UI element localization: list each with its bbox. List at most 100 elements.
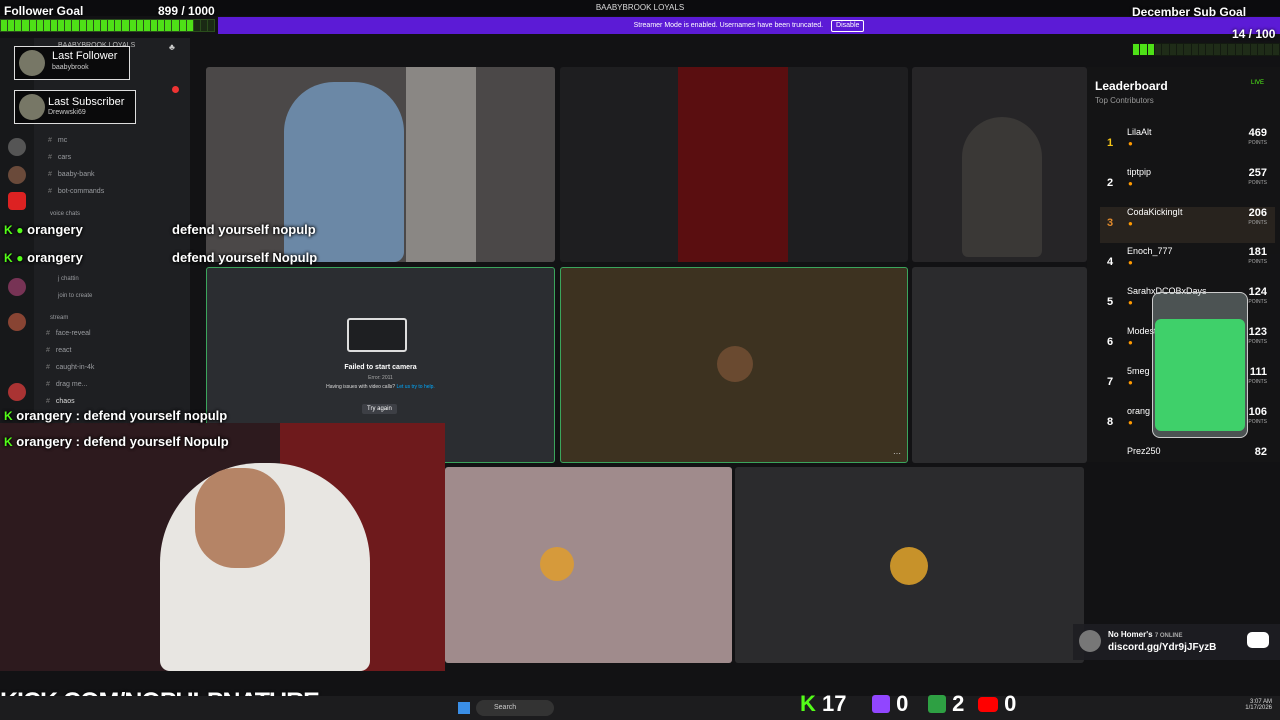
goal-segment <box>179 20 186 31</box>
leaderboard-rank: 2 <box>1106 177 1114 189</box>
goal-segment <box>36 20 43 31</box>
goal-segment <box>108 20 115 31</box>
video-tile-3[interactable] <box>912 67 1087 262</box>
banner-text: Streamer Mode is enabled. Usernames have… <box>633 22 824 29</box>
channel-baaby-bank[interactable]: baaby-bank <box>48 171 95 178</box>
goal-segment <box>1162 44 1169 55</box>
goal-segment <box>1257 44 1265 55</box>
points-label: POINTS <box>1248 419 1267 425</box>
green-count: 2 <box>928 691 964 717</box>
video-tile-7[interactable] <box>735 467 1084 663</box>
leaderboard-points: 469 <box>1248 127 1267 139</box>
twitch-count: 0 <box>872 691 908 717</box>
goal-segment <box>1250 44 1257 55</box>
goal-segment <box>8 20 15 31</box>
add-member-icon[interactable]: ♣ <box>169 42 175 52</box>
discord-invite: discord.gg/Ydr9jJFyzB <box>1108 642 1217 653</box>
channel-caught-in-4k[interactable]: caught-in-4k <box>46 364 95 371</box>
leaderboard-points: 181 <box>1248 246 1267 258</box>
leaderboard-rank: 4 <box>1106 256 1114 268</box>
avatar <box>1079 630 1101 652</box>
flame-icon: ● <box>1128 179 1133 188</box>
server-icon[interactable] <box>8 383 26 401</box>
chat-message: K ● orangery <box>4 222 83 237</box>
chat-message-text: defend yourself Nopulp <box>172 250 318 265</box>
youtube-icon <box>978 697 998 712</box>
goal-segment <box>143 20 150 31</box>
leaderboard-rank: 8 <box>1106 416 1114 428</box>
help-link[interactable]: Let us try to help. <box>396 384 434 390</box>
last-subscriber-widget: Last Subscriber Drewwski69 <box>14 90 136 124</box>
server-icon[interactable] <box>8 313 26 331</box>
sub-goal-count: 14 / 100 <box>1232 27 1276 41</box>
server-icon[interactable] <box>8 138 26 156</box>
flame-icon: ● <box>1128 378 1133 387</box>
leaderboard-row: 1 LilaAlt ● 469 POINTS <box>1100 127 1275 163</box>
goal-segment <box>93 20 100 31</box>
goal-segment <box>43 20 50 31</box>
flame-icon: ● <box>1128 338 1133 347</box>
channel-mc[interactable]: mc <box>48 137 67 144</box>
discord-widget: No Homer's 7 ONLINE discord.gg/Ydr9jJFyz… <box>1073 624 1280 660</box>
leaderboard-name: tiptpip <box>1127 167 1152 177</box>
leaderboard-points: 111 <box>1249 366 1267 378</box>
chat-message: K orangery : defend yourself nopulp <box>4 408 228 423</box>
server-icon[interactable] <box>8 278 26 296</box>
camera-error-icon <box>347 318 407 352</box>
channel-bot-commands[interactable]: bot-commands <box>48 188 104 195</box>
try-again-button[interactable]: Try again <box>362 404 397 414</box>
disable-button[interactable]: Disable <box>831 20 865 32</box>
channel-drag-me[interactable]: drag me... <box>46 381 88 388</box>
goal-segment <box>1155 44 1162 55</box>
video-tile-5[interactable] <box>912 267 1087 463</box>
channel-cars[interactable]: cars <box>48 154 71 161</box>
avatar <box>540 547 574 581</box>
server-icon[interactable] <box>8 192 26 210</box>
voice-category[interactable]: voice chats <box>50 211 80 217</box>
avatar <box>19 94 45 120</box>
leaderboard-row: Prez250 82 <box>1100 446 1275 482</box>
goal-segment <box>86 20 93 31</box>
video-tile-avatar[interactable]: ⋯ <box>560 267 908 463</box>
leaderboard-points: 257 <box>1248 167 1267 179</box>
goal-segment <box>1184 44 1191 55</box>
taskbar-clock: 3:07 AM 1/17/2026 <box>1245 699 1272 711</box>
points-label: POINTS <box>1248 220 1267 226</box>
goal-segment <box>22 20 29 31</box>
goal-segment <box>72 20 79 31</box>
twitch-icon <box>872 695 890 713</box>
goal-segment <box>1243 44 1250 55</box>
goal-segment <box>1272 44 1279 55</box>
voice-channel-join[interactable]: join to create <box>58 293 92 299</box>
discord-online: 7 ONLINE <box>1154 633 1183 639</box>
leaderboard-row: 2 tiptpip ● 257 POINTS <box>1100 167 1275 203</box>
stream-category[interactable]: stream <box>50 315 68 321</box>
chat-message: K orangery : defend yourself Nopulp <box>4 434 229 449</box>
video-tile-2[interactable] <box>560 67 908 262</box>
more-options-icon[interactable]: ⋯ <box>893 449 901 458</box>
voice-channel-chattin[interactable]: j chattin <box>58 276 79 282</box>
points-label: POINTS <box>1248 379 1267 385</box>
channel-react[interactable]: react <box>46 347 72 354</box>
camera-error-code: Error: 2011 <box>368 375 393 381</box>
avatar <box>19 50 45 76</box>
goal-segment <box>150 20 158 31</box>
channel-face-reveal[interactable]: face-reveal <box>46 330 91 337</box>
server-icon[interactable] <box>8 166 26 184</box>
follower-goal-count: 899 / 1000 <box>158 4 215 18</box>
last-follower-name: baabybrook <box>52 64 89 71</box>
video-tile-6[interactable] <box>445 467 732 663</box>
last-subscriber-name: Drewwski69 <box>48 109 86 116</box>
taskbar-search[interactable]: Search <box>476 700 554 716</box>
flame-icon: ● <box>1128 219 1133 228</box>
channel-chaos[interactable]: chaos <box>46 398 75 405</box>
last-subscriber-label: Last Subscriber <box>48 96 125 108</box>
goal-segment <box>15 20 22 31</box>
start-icon[interactable] <box>458 702 470 714</box>
follower-goal-bar <box>0 19 215 32</box>
leaderboard-points: 106 <box>1248 406 1267 418</box>
leaderboard-subtitle: Top Contributors <box>1095 96 1154 105</box>
goal-segment <box>172 20 179 31</box>
rumble-icon <box>928 695 946 713</box>
points-label: POINTS <box>1248 299 1267 305</box>
